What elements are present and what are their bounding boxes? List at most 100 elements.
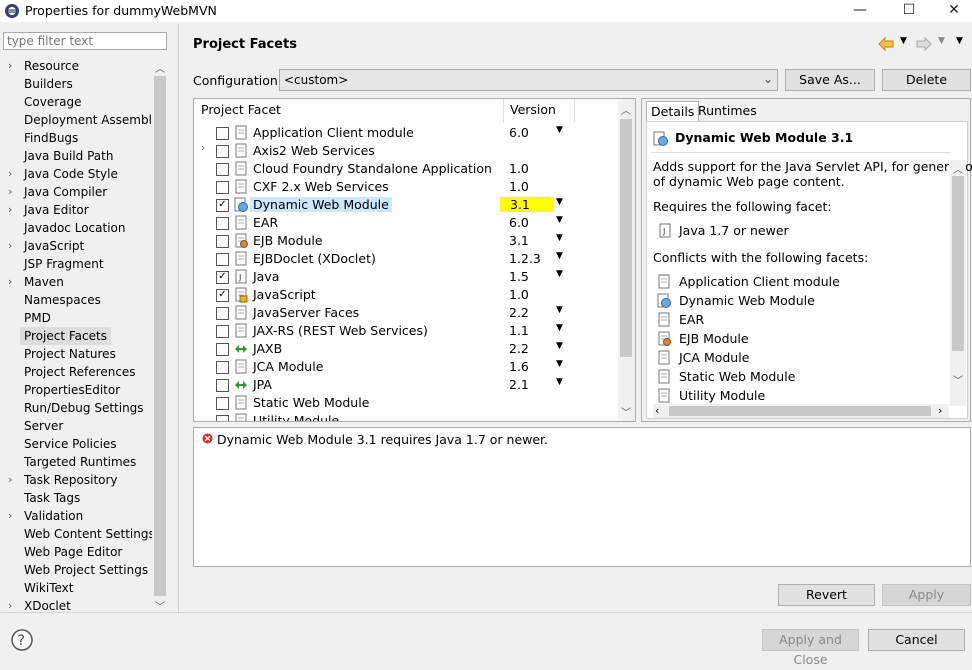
revert-button[interactable]: Revert xyxy=(778,584,875,606)
facet-version[interactable]: 2.2 xyxy=(509,341,529,356)
facet-version[interactable]: 1.2.3 xyxy=(509,251,541,266)
facet-checkbox[interactable] xyxy=(216,235,229,248)
facet-checkbox[interactable] xyxy=(216,181,229,194)
facet-row[interactable]: JavaServer Faces 2.2 ▼ xyxy=(194,304,614,322)
cancel-button[interactable]: Cancel xyxy=(868,629,965,651)
details-hscrollbar[interactable]: ‹ › xyxy=(653,404,949,418)
details-vscroll-thumb[interactable] xyxy=(952,176,964,351)
facet-row[interactable]: JAX-RS (REST Web Services) 1.1 ▼ xyxy=(194,322,614,340)
facet-row[interactable]: Utility Module xyxy=(194,412,614,421)
version-dropdown-icon[interactable]: ▼ xyxy=(556,215,563,225)
facet-checkbox[interactable] xyxy=(216,307,229,320)
apply-and-close-button[interactable]: Apply and Close xyxy=(762,629,859,667)
back-dropdown-icon[interactable]: ▼ xyxy=(900,36,907,46)
expand-chevron-icon[interactable]: › xyxy=(8,165,18,183)
details-hscroll-thumb[interactable] xyxy=(669,406,931,416)
details-vscrollbar[interactable]: ︿ ﹀ xyxy=(950,160,966,406)
expand-chevron-icon[interactable]: › xyxy=(8,201,18,219)
help-icon[interactable]: ? xyxy=(11,629,33,651)
version-dropdown-icon[interactable]: ▼ xyxy=(556,251,563,261)
facet-version[interactable]: 2.1 xyxy=(509,377,529,392)
save-as-button[interactable]: Save As... xyxy=(785,69,875,91)
apply-button[interactable]: Apply xyxy=(882,584,971,606)
tree-scrollbar[interactable]: ︿ ﹀ xyxy=(152,58,168,614)
expand-chevron-icon[interactable]: › xyxy=(201,143,205,154)
facet-checkbox[interactable] xyxy=(216,127,229,140)
tab-runtimes[interactable]: Runtimes xyxy=(694,101,761,121)
tab-details[interactable]: Details xyxy=(646,101,700,122)
facet-version[interactable]: 6.0 xyxy=(509,125,529,140)
expand-chevron-icon[interactable]: › xyxy=(8,273,18,291)
facet-checkbox[interactable]: ✓ xyxy=(216,199,229,212)
expand-chevron-icon[interactable]: › xyxy=(8,507,18,525)
facet-row[interactable]: CXF 2.x Web Services 1.0 xyxy=(194,178,614,196)
forward-dropdown-icon[interactable]: ▼ xyxy=(938,36,945,46)
facet-row[interactable]: JCA Module 1.6 ▼ xyxy=(194,358,614,376)
facet-checkbox[interactable]: ✓ xyxy=(216,289,229,302)
facet-version[interactable]: 1.5 xyxy=(509,269,529,284)
column-header-facet[interactable]: Project Facet xyxy=(201,102,281,117)
facet-row[interactable]: EAR 6.0 ▼ xyxy=(194,214,614,232)
close-window-button[interactable]: ✕ xyxy=(932,0,972,22)
facet-checkbox[interactable] xyxy=(216,415,229,421)
facet-row[interactable]: ✓ J Java 1.5 ▼ xyxy=(194,268,614,286)
facets-scrollbar[interactable]: ︿ ﹀ xyxy=(618,99,635,421)
expand-chevron-icon[interactable]: › xyxy=(8,183,18,201)
scroll-up-arrow-icon[interactable]: ︿ xyxy=(950,161,966,176)
facet-version[interactable]: 1.0 xyxy=(509,161,529,176)
column-header-version[interactable]: Version xyxy=(510,102,556,117)
version-dropdown-icon[interactable]: ▼ xyxy=(556,341,563,351)
facet-row[interactable]: Cloud Foundry Standalone Application 1.0 xyxy=(194,160,614,178)
facet-version[interactable]: 3.1 xyxy=(500,197,554,212)
back-arrow-icon[interactable] xyxy=(878,37,894,51)
facet-row[interactable]: EJB Module 3.1 ▼ xyxy=(194,232,614,250)
facet-version[interactable]: 1.0 xyxy=(509,287,529,302)
facet-checkbox[interactable] xyxy=(216,343,229,356)
expand-chevron-icon[interactable]: › xyxy=(8,471,18,489)
facet-row[interactable]: › Axis2 Web Services xyxy=(194,142,614,160)
facet-checkbox[interactable] xyxy=(216,163,229,176)
version-dropdown-icon[interactable]: ▼ xyxy=(556,125,563,135)
scroll-up-arrow-icon[interactable]: ︿ xyxy=(618,102,634,117)
forward-arrow-icon[interactable] xyxy=(916,37,932,51)
facet-row[interactable]: Static Web Module xyxy=(194,394,614,412)
facet-checkbox[interactable] xyxy=(216,253,229,266)
facet-checkbox[interactable] xyxy=(216,361,229,374)
facet-version[interactable]: 1.6 xyxy=(509,359,529,374)
facet-version[interactable]: 3.1 xyxy=(509,233,529,248)
scroll-up-arrow-icon[interactable]: ︿ xyxy=(152,60,168,75)
facet-checkbox[interactable] xyxy=(216,397,229,410)
facet-row[interactable]: JPA 2.1 ▼ xyxy=(194,376,614,394)
panel-divider[interactable] xyxy=(178,24,179,614)
version-dropdown-icon[interactable]: ▼ xyxy=(556,305,563,315)
configuration-combo[interactable]: <custom> ⌄ xyxy=(279,69,778,91)
facet-checkbox[interactable] xyxy=(216,379,229,392)
scroll-down-arrow-icon[interactable]: ﹀ xyxy=(152,598,168,613)
facet-version[interactable]: 1.0 xyxy=(509,179,529,194)
facet-row[interactable]: ✓ JavaScript 1.0 xyxy=(194,286,614,304)
facet-checkbox[interactable] xyxy=(216,325,229,338)
delete-button[interactable]: Delete xyxy=(882,69,971,91)
facet-row[interactable]: Application Client module 6.0 ▼ xyxy=(194,124,614,142)
version-dropdown-icon[interactable]: ▼ xyxy=(556,359,563,369)
facet-checkbox[interactable] xyxy=(216,217,229,230)
scroll-left-arrow-icon[interactable]: ‹ xyxy=(655,404,659,417)
scroll-right-arrow-icon[interactable]: › xyxy=(938,404,942,417)
facets-scroll-thumb[interactable] xyxy=(620,119,632,357)
filter-input[interactable] xyxy=(3,32,167,50)
minimize-button[interactable]: — xyxy=(838,0,882,22)
expand-chevron-icon[interactable]: › xyxy=(8,57,18,75)
facet-checkbox[interactable] xyxy=(216,145,229,158)
version-dropdown-icon[interactable]: ▼ xyxy=(556,269,563,279)
version-dropdown-icon[interactable]: ▼ xyxy=(556,323,563,333)
facet-row[interactable]: JAXB 2.2 ▼ xyxy=(194,340,614,358)
scroll-down-arrow-icon[interactable]: ﹀ xyxy=(618,404,634,419)
version-dropdown-icon[interactable]: ▼ xyxy=(556,233,563,243)
version-dropdown-icon[interactable]: ▼ xyxy=(556,197,563,207)
tree-scroll-thumb[interactable] xyxy=(154,76,166,596)
expand-chevron-icon[interactable]: › xyxy=(8,237,18,255)
facet-checkbox[interactable]: ✓ xyxy=(216,271,229,284)
facet-version[interactable]: 1.1 xyxy=(509,323,529,338)
maximize-button[interactable]: ☐ xyxy=(887,0,931,22)
facet-version[interactable]: 2.2 xyxy=(509,305,529,320)
